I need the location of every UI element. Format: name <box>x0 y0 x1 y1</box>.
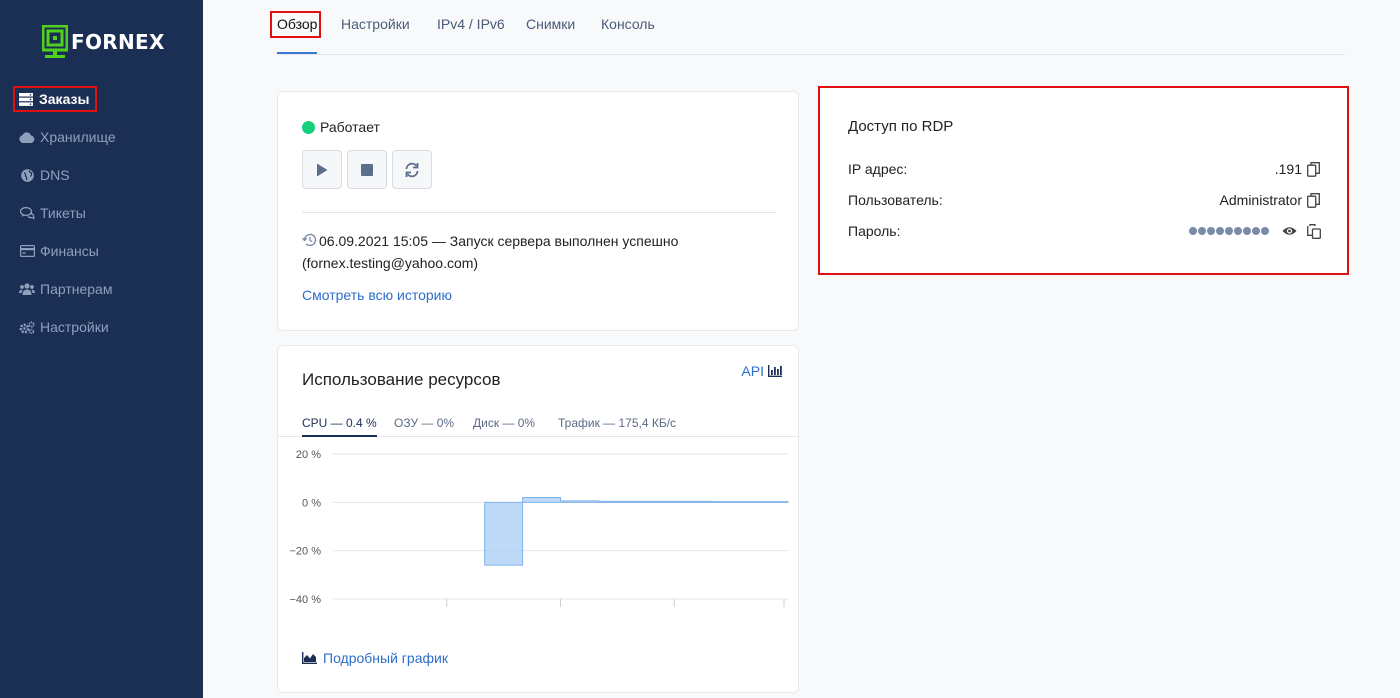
brand-name: FORNEX <box>71 30 165 54</box>
comments-icon <box>19 206 35 220</box>
password-dot <box>1216 227 1224 235</box>
credit-card-icon <box>19 244 35 258</box>
status-label: Работает <box>320 119 380 135</box>
password-dot <box>1198 227 1206 235</box>
server-tabs: Обзор Настройки IPv4 / IPv6 Снимки Консо… <box>270 0 1345 55</box>
sidebar-item-finance[interactable]: Финансы <box>0 232 203 270</box>
tab-overview[interactable]: Обзор <box>270 11 321 38</box>
password-dot <box>1189 227 1197 235</box>
resource-tabs: CPU — 0.4 % ОЗУ — 0% Диск — 0% Трафик — … <box>278 416 799 437</box>
rdp-ip-row: IP адрес: .191 <box>848 159 1321 179</box>
resource-usage-title: Использование ресурсов <box>302 370 501 389</box>
rdp-title: Доступ по RDP <box>848 118 954 135</box>
copy-user-icon[interactable] <box>1307 192 1321 208</box>
refresh-icon <box>405 162 419 177</box>
active-highlight-box: Заказы <box>13 86 98 112</box>
password-label: Пароль: <box>848 223 901 239</box>
api-link[interactable]: API <box>741 363 782 379</box>
password-dot <box>1207 227 1215 235</box>
copy-password-icon[interactable] <box>1307 223 1321 239</box>
y-tick-label: 0 % <box>302 497 321 509</box>
password-dot <box>1252 227 1260 235</box>
fornex-logo[interactable]: FORNEX <box>42 24 165 60</box>
sidebar-item-settings[interactable]: Настройки <box>0 308 203 346</box>
sidebar-item-label: Тикеты <box>40 205 86 221</box>
view-history-link[interactable]: Смотреть всю историю <box>302 287 452 303</box>
password-dot <box>1261 227 1269 235</box>
sidebar: FORNEX Заказы Хранилище DNS Тикеты Финан… <box>0 0 203 698</box>
cpu-series-area <box>484 497 789 566</box>
sidebar-item-label: DNS <box>40 167 70 183</box>
sidebar-item-label: Партнерам <box>40 281 113 297</box>
server-icon <box>18 92 34 106</box>
tab-disk[interactable]: Диск — 0% <box>473 416 535 437</box>
rdp-user-row: Пользователь: Administrator <box>848 190 1321 210</box>
restart-button[interactable] <box>392 150 432 189</box>
user-value[interactable]: Administrator <box>1220 192 1302 208</box>
detailed-chart-link[interactable]: Подробный график <box>302 650 448 666</box>
last-event-text: 06.09.2021 15:05 — Запуск сервера выполн… <box>319 233 679 249</box>
password-dot <box>1225 227 1233 235</box>
tab-console[interactable]: Консоль <box>601 16 655 32</box>
users-icon <box>19 282 35 296</box>
sidebar-nav: Заказы Хранилище DNS Тикеты Финансы Парт… <box>0 80 203 346</box>
server-status: Работает <box>302 119 380 135</box>
tab-traffic[interactable]: Трафик — 175,4 КБ/с <box>558 416 676 437</box>
sidebar-item-storage[interactable]: Хранилище <box>0 118 203 156</box>
tab-settings[interactable]: Настройки <box>341 16 410 32</box>
sidebar-item-partners[interactable]: Партнерам <box>0 270 203 308</box>
password-dot <box>1243 227 1251 235</box>
stop-button[interactable] <box>347 150 387 189</box>
y-tick-label: −20 % <box>290 546 322 558</box>
divider <box>302 212 776 213</box>
y-tick-label: −40 % <box>290 594 322 606</box>
tab-ram[interactable]: ОЗУ — 0% <box>394 416 454 437</box>
y-tick-label: 20 % <box>296 449 321 461</box>
rdp-password-row: Пароль: <box>848 221 1321 241</box>
ip-label: IP адрес: <box>848 161 908 177</box>
password-dot <box>1234 227 1242 235</box>
tab-snapshots[interactable]: Снимки <box>526 16 575 32</box>
sidebar-item-tickets[interactable]: Тикеты <box>0 194 203 232</box>
tab-ip[interactable]: IPv4 / IPv6 <box>437 16 505 32</box>
last-event-user: (fornex.testing@yahoo.com) <box>302 255 479 271</box>
sidebar-item-orders[interactable]: Заказы <box>0 80 203 118</box>
ip-value[interactable]: .191 <box>1275 161 1302 177</box>
cloud-icon <box>19 130 35 144</box>
cpu-usage-chart: 20 % 0 % −20 % −40 % <box>290 449 789 607</box>
area-chart-icon <box>302 652 317 664</box>
active-tab-highlight-box <box>270 11 321 38</box>
password-masked[interactable] <box>1189 227 1270 235</box>
copy-ip-icon[interactable] <box>1307 161 1321 177</box>
globe-icon <box>19 168 35 182</box>
user-label: Пользователь: <box>848 192 943 208</box>
sidebar-item-dns[interactable]: DNS <box>0 156 203 194</box>
sidebar-item-label: Настройки <box>40 319 109 335</box>
rdp-access-card: Доступ по RDP IP адрес: .191 Пользовател… <box>818 86 1349 275</box>
cogs-icon <box>19 320 35 334</box>
detailed-chart-label: Подробный график <box>323 650 448 666</box>
play-icon <box>317 163 328 176</box>
sidebar-item-label: Финансы <box>40 243 99 259</box>
start-button[interactable] <box>302 150 342 189</box>
history-icon <box>301 233 317 247</box>
active-tab-underline <box>277 52 317 54</box>
fornex-logo-mark-icon <box>42 25 68 58</box>
last-event: 06.09.2021 15:05 — Запуск сервера выполн… <box>301 230 776 274</box>
stop-icon <box>361 163 373 176</box>
sidebar-item-label: Заказы <box>39 91 90 107</box>
api-link-label: API <box>741 363 764 379</box>
show-password-icon[interactable] <box>1282 226 1297 236</box>
resource-usage-card: Использование ресурсов API CPU — 0.4 % О… <box>277 345 799 693</box>
server-status-card: Работает 06.09.2021 15:05 — Запуск серве… <box>277 91 799 331</box>
bar-chart-icon <box>768 365 782 377</box>
sidebar-item-label: Хранилище <box>40 129 116 145</box>
status-indicator-dot <box>302 120 315 134</box>
tab-cpu[interactable]: CPU — 0.4 % <box>302 416 377 437</box>
